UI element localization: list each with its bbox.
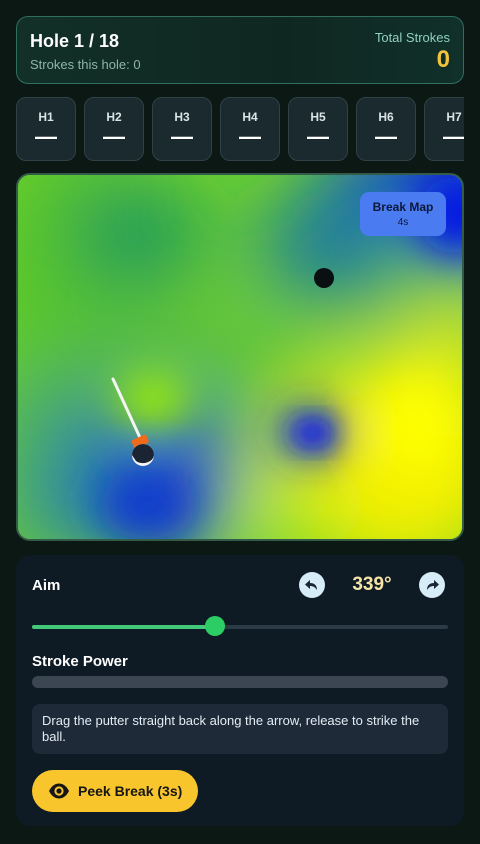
hole-tile-5[interactable]: H5 — (288, 97, 348, 161)
peek-break-label: Peek Break (3s) (78, 783, 183, 799)
total-strokes-value: 0 (436, 46, 450, 73)
hole-tile-score: — (171, 124, 193, 149)
aim-slider-thumb[interactable] (205, 616, 226, 636)
hole-tile-label: H7 (446, 110, 462, 124)
hole-cup-icon (314, 268, 334, 288)
hole-tile-label: H6 (378, 110, 394, 124)
hole-tile-label: H1 (38, 110, 54, 124)
hole-tile-4[interactable]: H4 — (220, 97, 280, 161)
stroke-power-meter (32, 676, 448, 688)
aim-slider[interactable] (32, 616, 448, 636)
hole-scorecard: H1 — H2 — H3 — H4 — H5 — H6 — H7 — (16, 97, 464, 161)
aim-angle-display: 339° (352, 574, 392, 595)
break-map-label: Break Map (372, 200, 434, 214)
hole-tile-6[interactable]: H6 — (356, 97, 416, 161)
hole-tile-score: — (103, 124, 125, 149)
stroke-power-label: Stroke Power (32, 653, 128, 670)
break-map-timer: 4s (397, 217, 409, 228)
instruction-hint: Drag the putter straight back along the … (32, 704, 448, 754)
hole-tile-label: H3 (174, 110, 190, 124)
hole-tile-score: — (375, 124, 397, 149)
break-map-button[interactable]: Break Map 4s (360, 192, 446, 236)
hole-tile-score: — (443, 124, 464, 149)
hole-tile-score: — (307, 124, 329, 149)
hole-tile-label: H2 (106, 110, 122, 124)
hole-tile-2[interactable]: H2 — (84, 97, 144, 161)
total-strokes-label: Total Strokes (374, 30, 450, 45)
eye-icon (49, 783, 69, 799)
strokes-this-hole: Strokes this hole: 0 (30, 57, 141, 72)
rotate-right-icon (427, 580, 439, 590)
hole-tile-label: H5 (310, 110, 326, 124)
peek-break-button[interactable]: Peek Break (3s) (32, 770, 198, 812)
hole-tile-1[interactable]: H1 — (16, 97, 76, 161)
aim-label: Aim (32, 577, 61, 594)
rotate-left-button[interactable] (299, 572, 325, 598)
rotate-right-button[interactable] (419, 572, 445, 598)
stroke-controls: Aim 339° Stroke Power Drag the putter st… (16, 555, 464, 826)
hole-tile-7[interactable]: H7 — (424, 97, 464, 161)
hole-tile-score: — (35, 124, 57, 149)
hole-header: Hole 1 / 18 Strokes this hole: 0 Total S… (16, 16, 464, 84)
rotate-left-icon (305, 580, 317, 590)
hole-tile-score: — (239, 124, 261, 149)
hole-tile-3[interactable]: H3 — (152, 97, 212, 161)
putting-green[interactable]: Break Map 4s (16, 173, 464, 541)
hole-tile-label: H4 (242, 110, 258, 124)
aim-slider-fill (32, 625, 216, 629)
hole-title: Hole 1 / 18 (30, 31, 120, 51)
